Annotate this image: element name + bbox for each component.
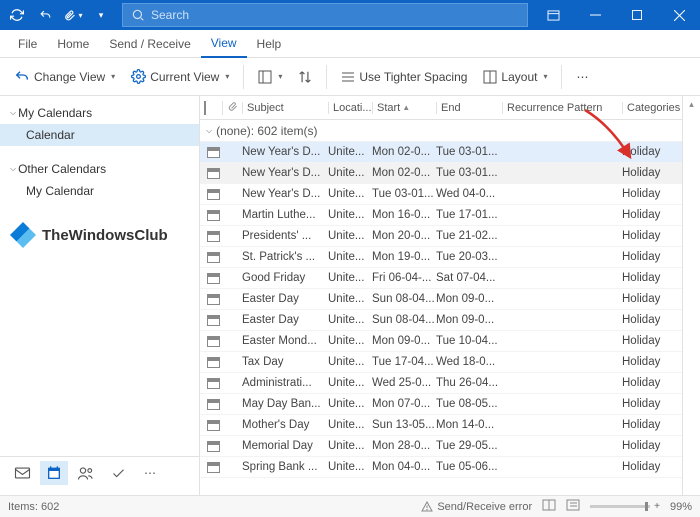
table-row[interactable]: St. Patrick's ...Unite...Mon 19-0...Tue … [200,247,682,268]
watermark: TheWindowsClub [0,222,199,248]
menu-home[interactable]: Home [47,31,99,57]
nav-calendar-button[interactable] [40,461,68,485]
menu-view[interactable]: View [201,30,247,58]
spacing-icon [341,70,355,84]
ribbon-display-button[interactable] [532,0,574,30]
zoom-slider[interactable]: + [590,501,660,512]
table-row[interactable]: Tax DayUnite...Tue 17-04...Wed 18-0...Ho… [200,352,682,373]
column-icon[interactable] [204,102,222,114]
people-icon [77,466,95,481]
paperclip-icon [227,101,238,112]
sidebar-item-calendar[interactable]: Calendar [0,124,199,146]
table-row[interactable]: May Day Ban...Unite...Mon 07-0...Tue 08-… [200,394,682,415]
chevron-down-icon: ⌵ [10,164,16,174]
table-row[interactable]: New Year's D...Unite...Mon 02-0...Tue 03… [200,163,682,184]
watermark-icon [10,222,36,248]
nav-tasks-button[interactable] [104,461,132,485]
nav-more-button[interactable]: ⋯ [136,461,164,485]
undo-button[interactable] [32,2,58,28]
ribbon-overflow[interactable]: ⋯ [570,66,594,88]
maximize-button[interactable] [616,0,658,30]
menu-file[interactable]: File [8,31,47,57]
tighter-spacing-button[interactable]: Use Tighter Spacing [335,66,473,88]
chevron-down-icon: ⌵ [10,108,16,118]
table-row[interactable]: Spring Bank ...Unite...Mon 04-0...Tue 05… [200,457,682,478]
table-row[interactable]: Easter DayUnite...Sun 08-04...Mon 09-0..… [200,289,682,310]
column-attachment[interactable] [222,101,242,115]
chevron-down-icon: ⌵ [206,126,212,136]
group-header[interactable]: ⌵(none): 602 item(s) [200,120,682,142]
column-categories[interactable]: Categories [622,102,682,114]
column-start[interactable]: Start▲ [372,102,436,114]
table-row[interactable]: Mother's DayUnite...Sun 13-05...Mon 14-0… [200,415,682,436]
columns-icon [258,70,272,84]
status-sendreceive-error[interactable]: Send/Receive error [421,501,532,513]
layout-icon [483,70,497,84]
column-location[interactable]: Locati... [328,102,372,114]
sort-button[interactable] [292,66,318,88]
gear-icon [131,69,146,84]
zoom-level: 99% [670,501,692,513]
table-row[interactable]: Easter DayUnite...Sun 08-04...Mon 09-0..… [200,310,682,331]
menu-sendreceive[interactable]: Send / Receive [99,31,200,57]
search-placeholder: Search [151,8,189,22]
table-row[interactable]: Administrati...Unite...Wed 25-0...Thu 26… [200,373,682,394]
attachment-button[interactable]: ▾ [60,2,86,28]
table-row[interactable]: Easter Mond...Unite...Mon 09-0...Tue 10-… [200,331,682,352]
view-reading-button[interactable] [566,499,580,514]
menu-help[interactable]: Help [247,31,292,57]
table-row[interactable]: Good FridayUnite...Fri 06-04-...Sat 07-0… [200,268,682,289]
table-row[interactable]: New Year's D...Unite...Mon 02-0...Tue 03… [200,142,682,163]
sort-asc-icon: ▲ [402,103,410,112]
change-view-icon [14,69,30,85]
view-normal-button[interactable] [542,499,556,514]
warning-icon [421,501,433,513]
close-button[interactable] [658,0,700,30]
sidebar-group-othercalendars[interactable]: ⌵Other Calendars [0,158,199,180]
table-row[interactable]: Memorial DayUnite...Mon 28-0...Tue 29-05… [200,436,682,457]
columns-button[interactable]: ▾ [252,66,288,88]
table-row[interactable]: Martin Luthe...Unite...Mon 16-0...Tue 17… [200,205,682,226]
tasks-icon [111,466,126,481]
change-view-button[interactable]: Change View▾ [8,65,121,89]
sidebar-group-mycalendars[interactable]: ⌵My Calendars [0,102,199,124]
search-box[interactable]: Search [122,3,528,27]
column-subject[interactable]: Subject [242,102,328,114]
search-icon [131,8,145,22]
table-row[interactable]: New Year's D...Unite...Tue 03-01...Wed 0… [200,184,682,205]
calendar-icon [46,465,62,481]
column-headers: Subject Locati... Start▲ End Recurrence … [200,96,682,120]
column-recurrence[interactable]: Recurrence Pattern [502,102,622,114]
column-end[interactable]: End [436,102,502,114]
layout-button[interactable]: Layout▾ [477,66,553,88]
scrollbar-vertical[interactable]: ▴ [682,96,700,495]
nav-people-button[interactable] [72,461,100,485]
mail-icon [14,466,31,480]
status-item-count: Items: 602 [8,501,59,513]
qat-customize[interactable]: ▾ [88,2,114,28]
sidebar-item-mycalendar[interactable]: My Calendar [0,180,199,202]
nav-mail-button[interactable] [8,461,36,485]
sort-icon [298,70,312,84]
refresh-button[interactable] [4,2,30,28]
minimize-button[interactable] [574,0,616,30]
table-row[interactable]: Presidents' ...Unite...Mon 20-0...Tue 21… [200,226,682,247]
current-view-button[interactable]: Current View▾ [125,65,235,88]
